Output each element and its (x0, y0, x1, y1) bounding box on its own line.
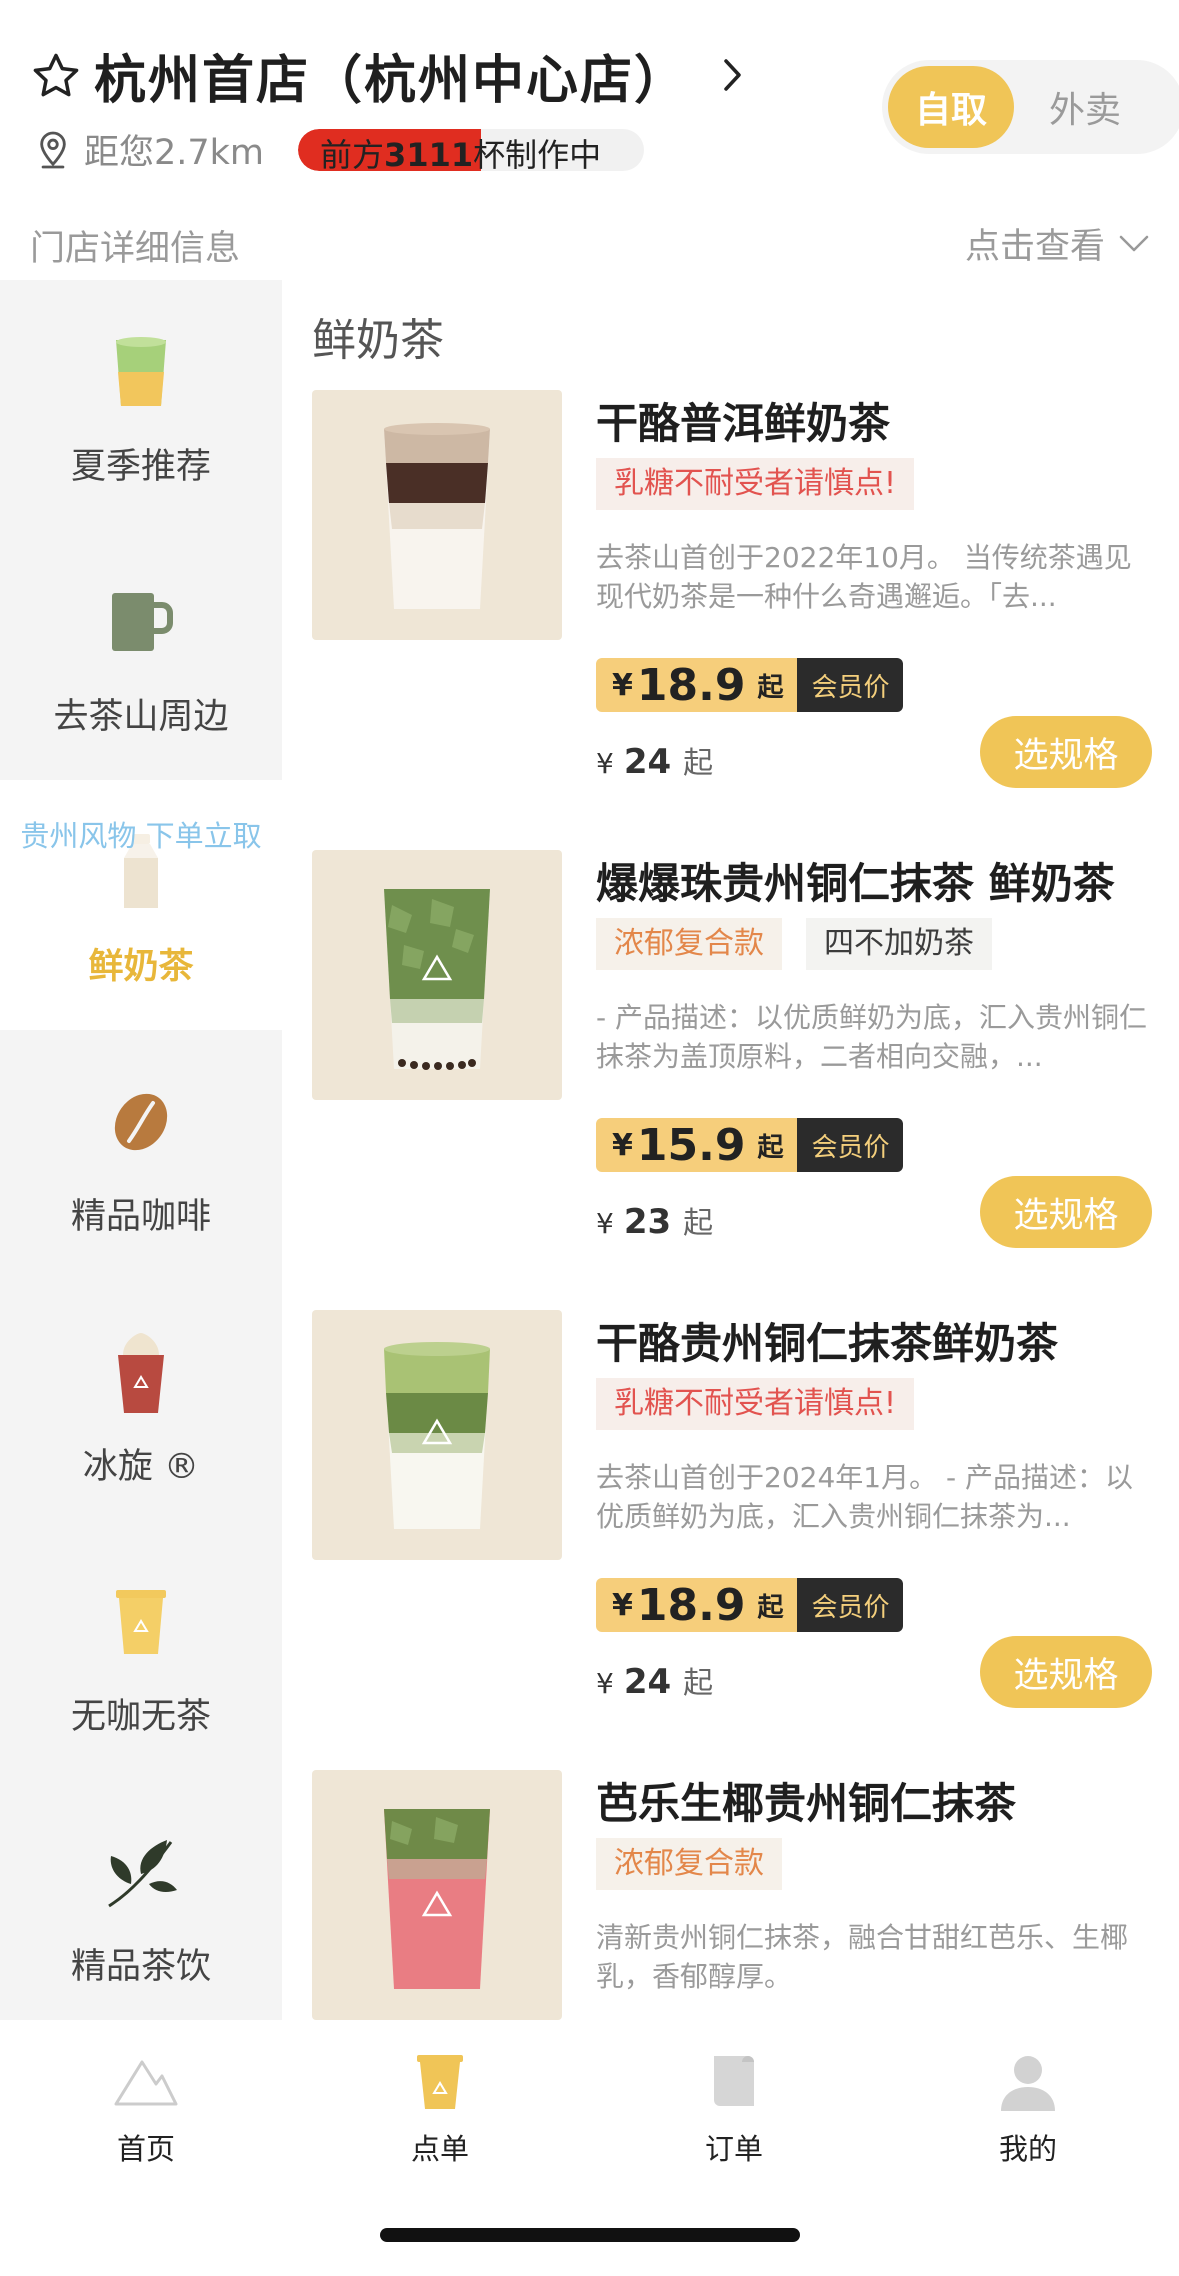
product-card[interactable]: 干酪贵州铜仁抹茶鲜奶茶 乳糖不耐受者请慎点! 去茶山首创于2024年1月。 - … (312, 1310, 1162, 1708)
sidebar-item-coffee[interactable]: 精品咖啡 (0, 1030, 282, 1280)
member-price: ¥18.9 起 会员价 (596, 1578, 904, 1632)
product-tag: 乳糖不耐受者请慎点! (596, 1378, 915, 1430)
product-tags: 乳糖不耐受者请慎点! (596, 1378, 915, 1430)
order-page: 杭州首店（杭州中心店） 距您2.7km 前方3111杯制作中 自取 外卖 门店详… (0, 0, 1179, 2276)
mug-icon (106, 582, 176, 662)
chevron-down-icon[interactable] (1119, 235, 1149, 253)
product-tags: 浓郁复合款 四不加奶茶 (596, 918, 992, 970)
sidebar-item-label: 冰旋 ® (82, 1447, 200, 1487)
category-sidebar: 夏季推荐 去茶山周边 鲜奶茶 精品咖啡 冰旋 ® 无咖无茶 精品茶饮 贵州风物 … (0, 280, 282, 2020)
yellow-cup-icon (113, 1582, 169, 1662)
product-card[interactable]: 芭乐生椰贵州铜仁抹茶 浓郁复合款 清新贵州铜仁抹茶，融合甘甜红芭乐、生椰乳，香郁… (312, 1770, 1162, 2030)
tab-label: 首页 (116, 2132, 175, 2166)
product-description: 去茶山首创于2022年10月。 当传统茶遇见现代奶茶是一种什么奇遇邂逅。「去..… (596, 541, 1132, 613)
store-name[interactable]: 杭州首店（杭州中心店） (94, 38, 688, 113)
sidebar-item-label: 鲜奶茶 (88, 947, 194, 987)
ice-cream-cup-icon (111, 1332, 171, 1413)
mountain-icon (112, 2050, 180, 2114)
sidebar-item-summer[interactable]: 夏季推荐 (0, 280, 282, 530)
product-description: 清新贵州铜仁抹茶，融合甘甜红芭乐、生椰乳，香郁醇厚。 (596, 1921, 1129, 1993)
tab-orders[interactable]: 订单 (634, 2050, 834, 2168)
queue-progress-bar: 前方3111杯制作中 (298, 128, 645, 171)
product-image[interactable] (312, 1310, 562, 1560)
product-tags: 乳糖不耐受者请慎点! (596, 458, 915, 510)
delivery-mode-button[interactable]: 外卖 (1022, 66, 1148, 148)
distance-text: 距您2.7km (84, 133, 265, 173)
product-image[interactable] (312, 390, 562, 640)
product-image[interactable] (312, 1770, 562, 2020)
member-price-badge: 会员价 (797, 1118, 904, 1172)
sidebar-item-label: 无咖无茶 (70, 1697, 211, 1737)
user-icon (999, 2050, 1057, 2114)
member-price-badge: 会员价 (797, 1578, 904, 1632)
coffee-bean-icon (109, 1082, 173, 1162)
queue-status-text: 前方3111杯制作中 (320, 135, 602, 171)
store-selector[interactable]: 杭州首店（杭州中心店） (30, 38, 744, 113)
green-drink-cup-icon (111, 332, 171, 412)
member-price-value: ¥18.9 起 (596, 658, 798, 712)
order-mode-toggle[interactable]: 自取 外卖 (882, 60, 1179, 154)
cup-icon (415, 2050, 465, 2114)
product-tag: 乳糖不耐受者请慎点! (596, 458, 915, 510)
product-image[interactable] (312, 850, 562, 1100)
sidebar-item-label: 精品茶饮 (70, 1947, 211, 1987)
product-card[interactable]: 爆爆珠贵州铜仁抹茶 鲜奶茶 浓郁复合款 四不加奶茶 - 产品描述：以优质鲜奶为底… (312, 850, 1162, 1248)
sidebar-item-ice-swirl[interactable]: 冰旋 ® (0, 1280, 282, 1530)
tea-leaf-icon (101, 1832, 181, 1912)
pickup-mode-button[interactable]: 自取 (888, 66, 1014, 148)
regular-price: ¥24 起 (596, 1662, 714, 1702)
select-spec-button[interactable]: 选规格 (980, 716, 1152, 788)
store-detail-link[interactable]: 点击查看 (965, 218, 1149, 269)
product-card[interactable]: 干酪普洱鲜奶茶 乳糖不耐受者请慎点! 去茶山首创于2022年10月。 当传统茶遇… (312, 390, 1162, 788)
tab-order[interactable]: 点单 (340, 2050, 540, 2168)
tab-profile[interactable]: 我的 (928, 2050, 1128, 2168)
member-price: ¥18.9 起 会员价 (596, 658, 904, 712)
product-description: 去茶山首创于2024年1月。 - 产品描述：以优质鲜奶为底，汇入贵州铜仁抹茶为.… (596, 1461, 1133, 1533)
chevron-right-icon[interactable] (722, 49, 744, 103)
tab-label: 点单 (410, 2132, 469, 2166)
sidebar-item-tea[interactable]: 精品茶饮 (0, 1780, 282, 2030)
product-tags: 浓郁复合款 (596, 1838, 782, 1890)
select-spec-button[interactable]: 选规格 (980, 1636, 1152, 1708)
sidebar-item-label: 去茶山周边 (53, 697, 229, 737)
product-name[interactable]: 芭乐生椰贵州铜仁抹茶 (596, 1770, 1016, 1831)
tab-label: 订单 (704, 2132, 763, 2166)
star-icon[interactable] (30, 50, 82, 102)
member-price: ¥15.9 起 会员价 (596, 1118, 904, 1172)
receipt-icon (708, 2050, 760, 2114)
section-title: 鲜奶茶 (312, 315, 444, 366)
store-detail-label: 门店详细信息 (30, 229, 241, 269)
member-price-badge: 会员价 (797, 658, 904, 712)
product-tag: 浓郁复合款 (596, 918, 782, 970)
product-tag: 四不加奶茶 (806, 918, 992, 970)
select-spec-button[interactable]: 选规格 (980, 1176, 1152, 1248)
home-indicator (380, 2228, 800, 2242)
tab-home[interactable]: 首页 (46, 2050, 246, 2168)
sidebar-item-label: 夏季推荐 (70, 447, 211, 487)
sidebar-item-merch[interactable]: 去茶山周边 (0, 530, 282, 780)
sidebar-item-no-caffeine[interactable]: 无咖无茶 (0, 1530, 282, 1780)
sidebar-item-label: 精品咖啡 (70, 1197, 211, 1237)
product-description: - 产品描述：以优质鲜奶为底，汇入贵州铜仁抹茶为盖顶原料，二者相向交融，... (596, 1001, 1148, 1073)
store-status-row: 距您2.7km 前方3111杯制作中 (36, 124, 645, 175)
product-name[interactable]: 干酪贵州铜仁抹茶鲜奶茶 (596, 1310, 1058, 1371)
regular-price: ¥23 起 (596, 1202, 714, 1242)
regular-price: ¥24 起 (596, 742, 714, 782)
tab-label: 我的 (998, 2132, 1057, 2166)
member-price-value: ¥15.9 起 (596, 1118, 798, 1172)
product-name[interactable]: 爆爆珠贵州铜仁抹茶 鲜奶茶 (596, 850, 1115, 911)
store-detail-link-label[interactable]: 点击查看 (965, 218, 1105, 269)
location-pin-icon (40, 131, 66, 168)
member-price-value: ¥18.9 起 (596, 1578, 798, 1632)
product-name[interactable]: 干酪普洱鲜奶茶 (596, 390, 890, 451)
promo-banner[interactable]: 贵州风物 下单立取 (6, 814, 276, 858)
product-tag: 浓郁复合款 (596, 1838, 782, 1890)
